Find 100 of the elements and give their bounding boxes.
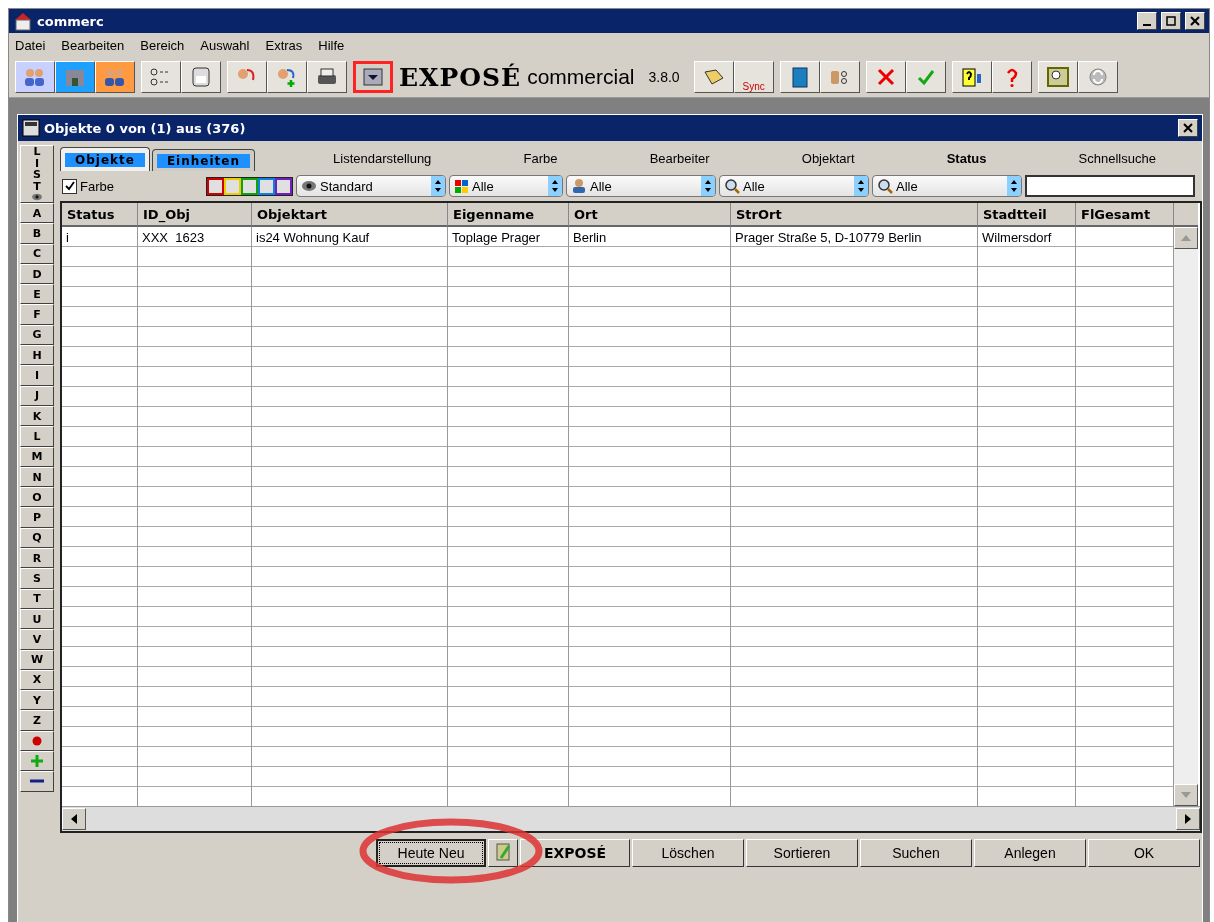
letter-button[interactable]: V	[20, 629, 54, 650]
menu-item[interactable]: Hilfe	[318, 37, 345, 53]
table-cell-text: Wilmersdorf	[981, 228, 1053, 247]
letter-button[interactable]: N	[20, 466, 54, 488]
letter-button[interactable]: G	[20, 324, 54, 346]
help-book-icon	[959, 66, 984, 88]
table-cell-text: XXX 1623	[141, 228, 206, 247]
column-header[interactable]: Ort	[569, 203, 731, 227]
card-button[interactable]	[693, 61, 734, 93]
action-button[interactable]: Anlegen	[974, 839, 1086, 867]
letter-button[interactable]: E	[20, 284, 54, 305]
close-button[interactable]	[1178, 119, 1198, 137]
checkbox[interactable]	[62, 178, 77, 194]
search-field[interactable]	[1024, 175, 1195, 197]
letter-button[interactable]: U	[20, 608, 54, 630]
letter-button[interactable]: J	[20, 385, 54, 406]
clock-button[interactable]	[1037, 61, 1078, 93]
action-button[interactable]: Suchen	[860, 839, 972, 867]
letter-button[interactable]: W	[20, 649, 54, 670]
dropdown-icon	[361, 66, 385, 88]
close-button[interactable]	[1185, 12, 1205, 30]
refresh-button[interactable]	[1077, 61, 1118, 93]
menu-item[interactable]: Bearbeiten	[61, 37, 125, 53]
letter-button[interactable]: H	[20, 345, 54, 366]
letter-button[interactable]: B	[20, 223, 54, 244]
person-add-button[interactable]	[267, 61, 307, 93]
person-arrow-button[interactable]	[227, 61, 267, 93]
confirm-button[interactable]	[905, 61, 946, 93]
menu-item[interactable]: Extras	[265, 37, 303, 53]
dropdown[interactable]: Alle	[448, 175, 563, 197]
list-index-button[interactable]: LIST	[20, 145, 54, 203]
tab[interactable]: Objekte	[60, 147, 150, 171]
building-button[interactable]	[55, 61, 95, 93]
letter-button[interactable]: K	[20, 405, 54, 427]
add-button[interactable]	[20, 751, 54, 772]
people-button[interactable]	[95, 61, 135, 93]
cancel-button[interactable]	[865, 61, 906, 93]
filter-label: Listendarstellung	[333, 150, 432, 166]
minimize-button[interactable]	[1137, 12, 1157, 30]
calendar-button[interactable]	[181, 61, 221, 93]
letter-button[interactable]: C	[20, 243, 54, 264]
letter-button[interactable]: Z	[20, 710, 54, 731]
letter-button[interactable]: F	[20, 304, 54, 325]
action-button[interactable]: Sortieren	[746, 839, 858, 867]
letter-button[interactable]: X	[20, 669, 54, 691]
letter-button[interactable]: Y	[20, 690, 54, 711]
horizontal-scrollbar[interactable]	[62, 806, 1200, 831]
letter-button[interactable]: I	[20, 365, 54, 386]
action-button[interactable]: OK	[1088, 839, 1200, 867]
product-name: commercial	[527, 65, 635, 89]
letter-button[interactable]: D	[20, 263, 54, 285]
column-header[interactable]: Objektart	[252, 203, 448, 227]
menu-item[interactable]: Datei	[15, 37, 46, 53]
filter-label: Status	[946, 150, 987, 166]
column-header[interactable]: StrOrt	[731, 203, 978, 227]
contacts-button[interactable]	[15, 61, 55, 93]
dropdown[interactable]: Alle	[565, 175, 716, 197]
vertical-scrollbar[interactable]	[1174, 227, 1198, 806]
help-button[interactable]	[991, 61, 1032, 93]
letter-button[interactable]: M	[20, 446, 54, 467]
color-filter[interactable]	[206, 177, 224, 195]
dropdown[interactable]: Alle	[718, 175, 869, 197]
record-button[interactable]	[20, 730, 54, 751]
letter-button[interactable]: P	[20, 507, 54, 528]
header-corner	[1174, 203, 1198, 227]
action-button[interactable]: Löschen	[632, 839, 744, 867]
list-window-title: Objekte 0 von (1) aus (376)	[44, 120, 247, 136]
address-button[interactable]	[819, 61, 860, 93]
letter-button[interactable]: A	[20, 203, 54, 224]
letter-button[interactable]: Q	[20, 527, 54, 549]
maximize-button[interactable]	[1161, 12, 1181, 30]
window-title: commerc	[37, 13, 105, 29]
sync-button[interactable]: Sync	[733, 61, 774, 93]
calculator-button[interactable]	[779, 61, 820, 93]
expose-button[interactable]: EXPOSÉ	[520, 839, 630, 867]
column-header[interactable]: Status	[62, 203, 138, 227]
column-header[interactable]: ID_Obj	[138, 203, 252, 227]
column-header[interactable]: Stadtteil	[978, 203, 1076, 227]
letter-button[interactable]: T	[20, 588, 54, 609]
remove-button[interactable]	[20, 771, 54, 792]
letter-button[interactable]: O	[20, 487, 54, 508]
letter-button[interactable]: R	[20, 548, 54, 569]
dropdown[interactable]: Standard	[295, 175, 446, 197]
list-window-icon	[22, 119, 40, 137]
dropdown-button[interactable]	[353, 61, 393, 93]
help-book-button[interactable]	[951, 61, 992, 93]
heute-neu-button[interactable]: Heute Neu	[376, 839, 486, 867]
menu-item[interactable]: Auswahl	[200, 37, 250, 53]
house-icon	[13, 11, 33, 31]
column-header[interactable]: FlGesamt	[1076, 203, 1174, 227]
tab[interactable]: Einheiten	[151, 149, 255, 171]
column-header[interactable]: Eigenname	[448, 203, 569, 227]
menu-item[interactable]: Bereich	[140, 37, 185, 53]
letter-button[interactable]: S	[20, 568, 54, 589]
letter-button[interactable]: L	[20, 426, 54, 447]
list-button[interactable]	[141, 61, 181, 93]
dropdown[interactable]: Alle	[871, 175, 1022, 197]
print-button[interactable]	[307, 61, 347, 93]
pencil-button[interactable]	[488, 839, 518, 867]
table-cell-text: Berlin	[572, 228, 608, 247]
